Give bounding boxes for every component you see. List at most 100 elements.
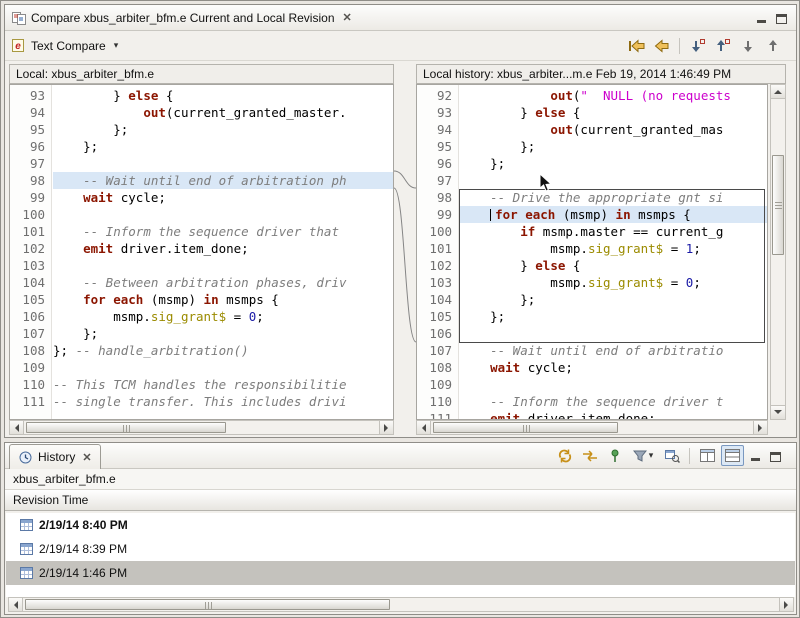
vertical-layout-button[interactable] (696, 445, 719, 466)
group-revisions-button[interactable]: ▾ (628, 445, 658, 466)
scroll-up-button[interactable] (771, 85, 785, 99)
scroll-right-button[interactable] (379, 421, 393, 434)
history-tab-close-icon[interactable]: ✕ (82, 451, 91, 464)
code-line[interactable] (460, 376, 767, 393)
code-line[interactable]: }; -- handle_arbitration() (53, 342, 393, 359)
revision-list[interactable]: 2/19/14 8:40 PM2/19/14 8:39 PM2/19/14 1:… (6, 513, 795, 597)
left-horizontal-scrollbar[interactable] (9, 420, 394, 435)
line-number: 107 (10, 325, 45, 342)
code-line[interactable]: -- This TCM handles the responsibilitie (53, 376, 393, 393)
code-line[interactable]: } else { (53, 87, 393, 104)
code-line[interactable]: -- Wait until end of arbitratio (460, 342, 767, 359)
code-line[interactable]: msmp.sig_grant$ = 1; (460, 240, 767, 257)
compare-editor-view: Compare xbus_arbiter_bfm.e Current and L… (4, 4, 797, 438)
code-line[interactable]: }; (53, 121, 393, 138)
line-number: 110 (10, 376, 45, 393)
previous-change-button[interactable] (761, 35, 784, 56)
code-line[interactable]: -- Between arbitration phases, driv (53, 274, 393, 291)
code-line[interactable]: } else { (460, 104, 767, 121)
right-horizontal-scrollbar[interactable] (416, 420, 768, 435)
line-number: 105 (10, 291, 45, 308)
code-line[interactable]: }; (460, 138, 767, 155)
scroll-left-button[interactable] (10, 421, 24, 434)
code-line[interactable]: out(" NULL (no requests (460, 87, 767, 104)
next-difference-button[interactable] (686, 35, 709, 56)
code-line[interactable] (460, 172, 767, 189)
code-line[interactable]: -- Wait until end of arbitration ph (53, 172, 393, 189)
history-horizontal-scrollbar[interactable] (8, 597, 794, 612)
compare-tab-title[interactable]: Compare xbus_arbiter_bfm.e Current and L… (31, 11, 335, 25)
scroll-right-button[interactable] (779, 598, 793, 611)
compare-mode-label: Text Compare (31, 39, 106, 53)
right-code-pane[interactable]: 9293949596979899100101102103104105106107… (416, 84, 768, 420)
scrollbar-thumb[interactable] (772, 155, 784, 255)
code-line[interactable] (53, 206, 393, 223)
copy-current-right-to-left-button[interactable] (650, 35, 673, 56)
revision-row[interactable]: 2/19/14 8:39 PM (6, 537, 795, 561)
line-number-column: 9293949596979899100101102103104105106107… (417, 85, 459, 419)
scroll-right-button[interactable] (753, 421, 767, 434)
code-line[interactable]: } else { (460, 257, 767, 274)
compare-mode-button[interactable] (660, 445, 683, 466)
code-line[interactable]: emit driver.item_done; (460, 410, 767, 419)
scroll-down-button[interactable] (771, 405, 785, 419)
scrollbar-thumb[interactable] (25, 599, 390, 610)
code-line[interactable]: emit driver.item_done; (53, 240, 393, 257)
code-line[interactable]: wait cycle; (460, 359, 767, 376)
line-number: 111 (417, 410, 452, 420)
code-line[interactable] (460, 325, 767, 342)
code-line[interactable]: out(current_granted_master. (53, 104, 393, 121)
code-area[interactable]: } else { out(current_granted_master. }; … (53, 85, 393, 419)
code-line[interactable]: }; (53, 138, 393, 155)
code-line[interactable]: }; (53, 325, 393, 342)
pin-view-button[interactable] (603, 445, 626, 466)
copy-all-right-to-left-button[interactable] (625, 35, 648, 56)
code-line[interactable]: for each (msmp) in msmps { (53, 291, 393, 308)
revision-row[interactable]: 2/19/14 8:40 PM (6, 513, 795, 537)
scroll-left-button[interactable] (417, 421, 431, 434)
code-line[interactable]: out(current_granted_mas (460, 121, 767, 138)
revision-row[interactable]: 2/19/14 1:46 PM (6, 561, 795, 585)
minimize-button[interactable] (752, 10, 770, 26)
mouse-cursor (539, 173, 553, 193)
compare-tab-close-icon[interactable]: ✕ (343, 11, 352, 24)
code-line[interactable] (53, 359, 393, 376)
scrollbar-thumb[interactable] (26, 422, 226, 433)
vertical-scrollbar[interactable] (770, 84, 786, 420)
minimize-icon (757, 20, 766, 23)
code-line[interactable]: }; (460, 291, 767, 308)
horizontal-layout-button[interactable] (721, 445, 744, 466)
code-line[interactable]: if msmp.master == current_g (460, 223, 767, 240)
minimize-button[interactable] (746, 448, 764, 464)
code-line[interactable] (53, 257, 393, 274)
link-with-editor-button[interactable] (578, 445, 601, 466)
code-line[interactable]: -- single transfer. This includes drivi (53, 393, 393, 410)
code-line[interactable]: -- Drive the appropriate gnt si (460, 189, 767, 206)
code-line[interactable]: msmp.sig_grant$ = 0; (460, 274, 767, 291)
line-number: 99 (417, 206, 452, 223)
code-line[interactable]: -- Inform the sequence driver that (53, 223, 393, 240)
tab-history[interactable]: History ✕ (9, 444, 101, 469)
code-line[interactable] (53, 155, 393, 172)
refresh-button[interactable] (553, 445, 576, 466)
left-code-pane[interactable]: 9394959697989910010110210310410510610710… (9, 84, 394, 420)
next-change-button[interactable] (736, 35, 759, 56)
code-line[interactable]: msmp.sig_grant$ = 0; (53, 308, 393, 325)
code-line[interactable]: }; (460, 155, 767, 172)
code-line[interactable]: for each (msmp) in msmps { (460, 206, 767, 223)
scrollbar-thumb[interactable] (433, 422, 618, 433)
code-line[interactable]: -- Inform the sequence driver t (460, 393, 767, 410)
maximize-button[interactable] (766, 448, 784, 464)
code-line[interactable]: wait cycle; (53, 189, 393, 206)
chevron-down-icon[interactable]: ▾ (114, 40, 119, 51)
maximize-button[interactable] (772, 10, 790, 26)
scroll-left-button[interactable] (9, 598, 23, 611)
code-line[interactable]: }; (460, 308, 767, 325)
column-header-revision-time[interactable]: Revision Time (5, 490, 796, 511)
minimize-icon (751, 458, 760, 461)
chevron-down-icon[interactable]: ▾ (649, 450, 654, 461)
code-area[interactable]: out(" NULL (no requests } else { out(cur… (460, 85, 767, 419)
previous-difference-button[interactable] (711, 35, 734, 56)
toolbar-separator (689, 448, 690, 464)
line-number: 105 (417, 308, 452, 325)
